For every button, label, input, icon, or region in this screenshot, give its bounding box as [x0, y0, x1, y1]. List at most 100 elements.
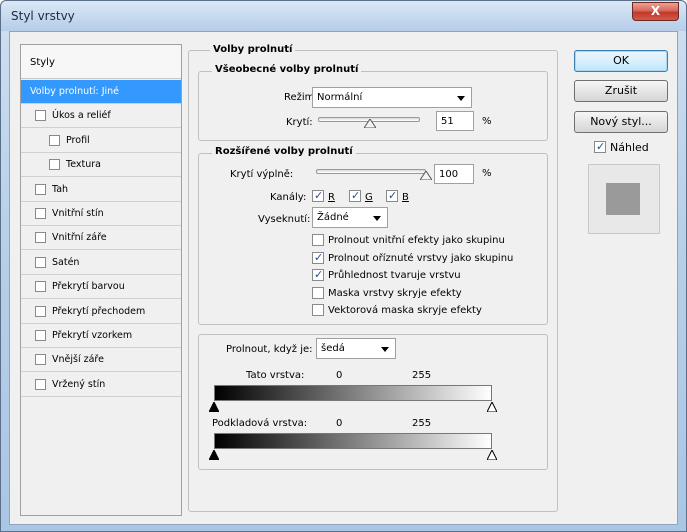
advanced-option-checkbox[interactable] — [312, 304, 324, 316]
blend-mode-value: Normální — [317, 92, 363, 103]
knockout-label: Vyseknutí: — [258, 214, 311, 225]
window-title: Styl vrstvy — [11, 9, 75, 23]
style-item-checkbox[interactable] — [35, 305, 46, 317]
advanced-option-checkbox[interactable]: ✓ — [312, 268, 324, 281]
advanced-option-label: Prolnout vnitřní efekty jako skupinu — [328, 235, 505, 246]
chevron-down-icon — [457, 96, 465, 101]
advanced-blending-title: Rozšířené volby prolnutí — [212, 146, 356, 157]
blending-options-title: Volby prolnutí — [210, 44, 296, 55]
styles-list: Styly Volby prolnutí: Jiné Úkos a reliéf P… — [20, 44, 182, 516]
chevron-down-icon — [381, 347, 389, 352]
this-layer-label: Tato vrstva: — [246, 370, 305, 381]
opacity-slider-thumb[interactable] — [364, 119, 377, 128]
title-bar[interactable]: Styl vrstvy X — [1, 1, 686, 31]
style-item[interactable]: Tah — [21, 177, 181, 202]
style-item-checkbox[interactable] — [35, 110, 46, 122]
this-layer-white-slider[interactable] — [487, 402, 497, 412]
underlying-layer-label: Podkladová vrstva: — [212, 418, 308, 429]
fill-opacity-input[interactable]: 100 — [434, 164, 474, 184]
underlying-layer-max: 255 — [412, 418, 432, 429]
style-item-label: Překrytí barvou — [52, 281, 125, 293]
underlying-layer-min: 0 — [336, 418, 343, 429]
preview-label: Náhled — [610, 141, 649, 154]
style-item-checkbox[interactable] — [35, 256, 46, 268]
this-layer-max: 255 — [412, 370, 432, 381]
general-blending-title: Všeobecné volby prolnutí — [212, 64, 362, 75]
channel-r-checkbox[interactable]: ✓ — [312, 189, 324, 202]
blend-if-value: šedá — [321, 343, 345, 354]
channels-label: Kanály: — [270, 192, 307, 203]
style-item-checkbox[interactable] — [49, 134, 60, 146]
style-item-label: Překrytí vzorkem — [52, 330, 133, 341]
style-item-label: Vnitřní stín — [52, 208, 104, 219]
style-item[interactable]: Překrytí přechodem — [21, 299, 181, 324]
checkmark-icon: ✓ — [388, 189, 398, 202]
style-item-label: Satén — [52, 256, 80, 268]
style-item[interactable]: Textura — [21, 153, 181, 178]
this-layer-gradient — [214, 385, 492, 401]
style-item[interactable]: Satén — [21, 250, 181, 275]
checkmark-icon: ✓ — [314, 189, 324, 202]
style-item-checkbox[interactable] — [35, 378, 46, 390]
opacity-label: Krytí: — [286, 117, 313, 128]
style-item-checkbox[interactable] — [35, 281, 46, 293]
opacity-input-value: 51 — [441, 116, 454, 127]
channel-b-checkbox[interactable]: ✓ — [386, 189, 398, 202]
style-item[interactable]: Volby prolnutí: Jiné — [21, 80, 181, 104]
style-item-checkbox[interactable] — [35, 354, 46, 366]
channel-b-label: B — [402, 192, 409, 203]
fill-opacity-slider-thumb[interactable] — [420, 171, 432, 180]
style-item-label: Vnitřní záře — [52, 232, 107, 244]
this-layer-black-slider[interactable] — [209, 402, 219, 412]
underlying-layer-black-slider[interactable] — [209, 450, 219, 460]
fill-opacity-label: Krytí výplně: — [230, 169, 294, 180]
checkmark-icon: ✓ — [314, 250, 324, 264]
style-item[interactable]: Vnitřní stín — [21, 202, 181, 226]
blend-mode-select[interactable]: Normální — [312, 87, 472, 108]
advanced-option-checkbox[interactable] — [312, 234, 324, 246]
fill-opacity-input-value: 100 — [439, 169, 459, 180]
blend-if-select[interactable]: šedá — [316, 338, 396, 359]
style-item-checkbox[interactable] — [35, 208, 46, 219]
style-item[interactable]: Překrytí barvou — [21, 275, 181, 300]
channel-g-checkbox[interactable]: ✓ — [349, 189, 361, 202]
style-item-checkbox[interactable] — [35, 183, 46, 195]
advanced-option-label: Vektorová maska skryje efekty — [328, 305, 482, 316]
knockout-select[interactable]: Žádné — [312, 207, 388, 228]
advanced-option-label: Průhlednost tvaruje vrstvu — [328, 270, 461, 281]
blending-options-panel: Volby prolnutí Všeobecné volby prolnutí … — [188, 44, 558, 516]
knockout-value: Žádné — [317, 212, 349, 223]
style-item-label: Tah — [52, 183, 69, 195]
style-item[interactable]: Vnější záře — [21, 348, 181, 373]
style-item[interactable]: Překrytí vzorkem — [21, 324, 181, 348]
advanced-option-checkbox[interactable] — [312, 286, 324, 299]
style-item[interactable]: Vržený stín — [21, 372, 181, 397]
preview-checkbox[interactable]: ✓ — [594, 140, 606, 153]
advanced-option-checkbox[interactable]: ✓ — [312, 250, 324, 264]
style-item-label: Textura — [66, 159, 101, 171]
style-item[interactable]: Vnitřní záře — [21, 226, 181, 251]
fill-opacity-slider-track[interactable] — [316, 169, 426, 174]
style-item-checkbox[interactable] — [35, 330, 46, 341]
opacity-input[interactable]: 51 — [436, 111, 474, 131]
channel-r-label: R — [328, 192, 335, 203]
close-button[interactable]: X — [632, 2, 679, 21]
underlying-layer-gradient — [214, 433, 492, 449]
fill-opacity-percent: % — [482, 168, 492, 179]
style-item-label: Volby prolnutí: Jiné — [30, 86, 119, 97]
style-preview-swatch — [606, 183, 640, 215]
checkmark-icon: ✓ — [351, 189, 361, 202]
styles-list-header[interactable]: Styly — [21, 45, 181, 79]
style-item[interactable]: Úkos a reliéf — [21, 104, 181, 129]
underlying-layer-white-slider[interactable] — [487, 450, 497, 460]
style-item-checkbox[interactable] — [49, 159, 60, 171]
cancel-button[interactable]: Zrušit — [574, 80, 668, 102]
style-item-label: Vnější záře — [52, 354, 104, 366]
style-item[interactable]: Profil — [21, 128, 181, 153]
style-item-checkbox[interactable] — [35, 232, 46, 244]
style-item-label: Úkos a reliéf — [52, 110, 111, 122]
ok-button[interactable]: OK — [574, 50, 668, 72]
style-item-label: Profil — [66, 134, 90, 146]
styles-header-label: Styly — [30, 57, 55, 68]
new-style-button[interactable]: Nový styl... — [574, 111, 668, 133]
